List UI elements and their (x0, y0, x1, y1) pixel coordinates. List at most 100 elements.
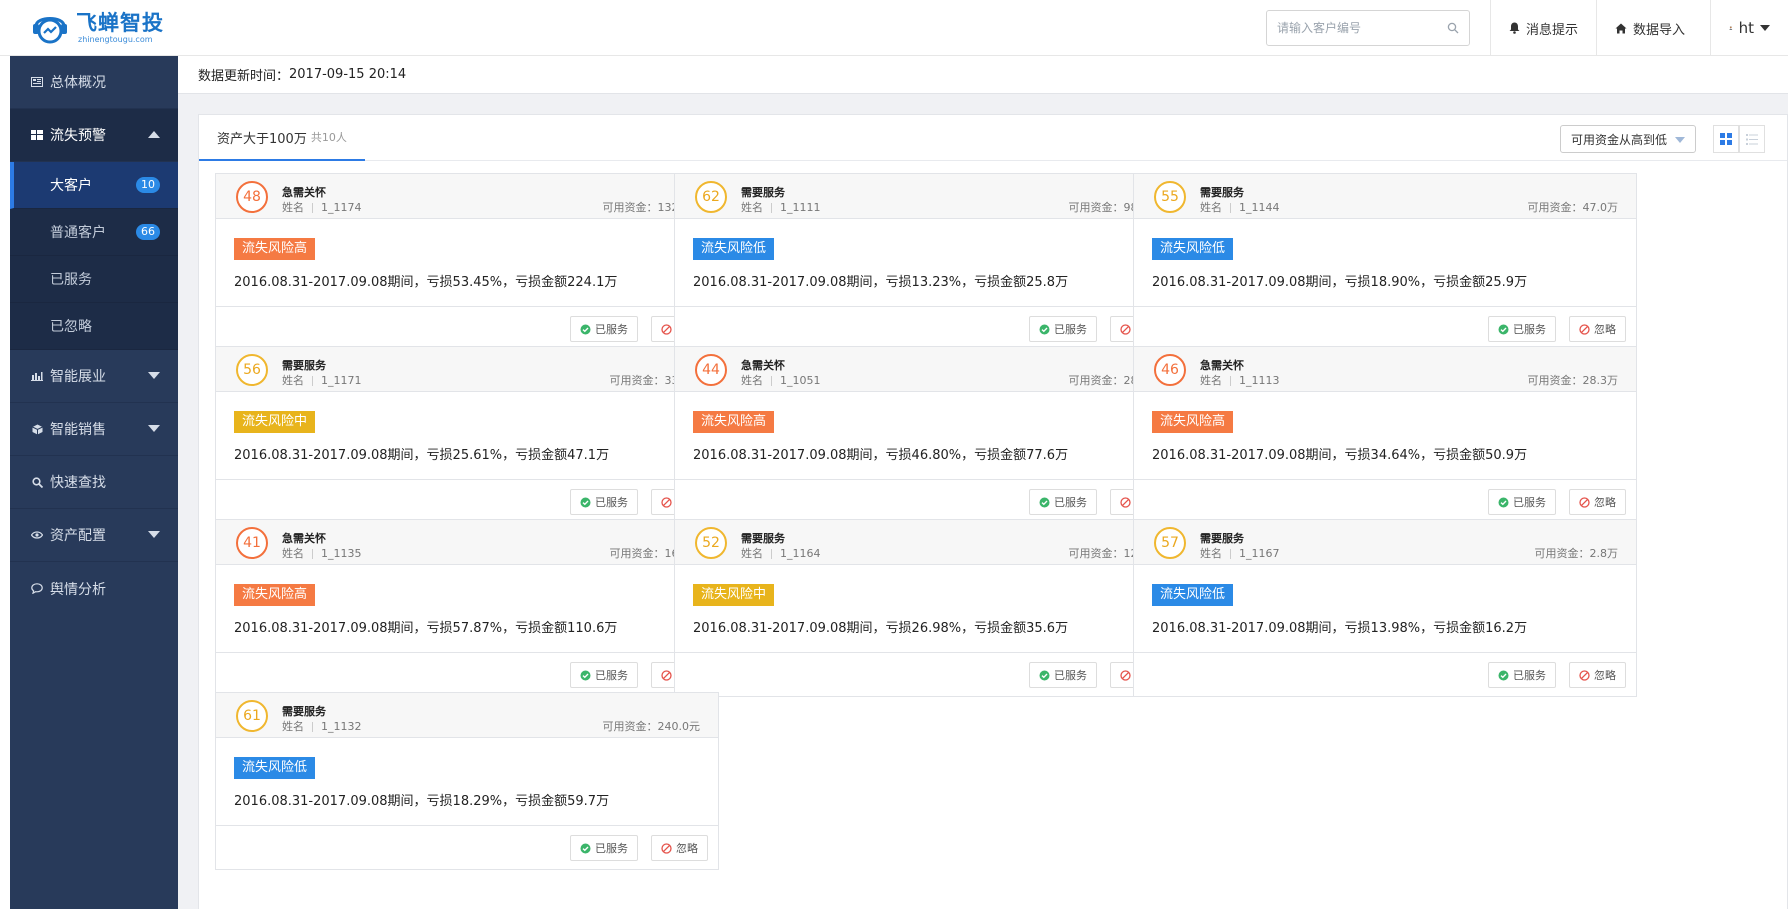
card-footer: 已服务 忽略 (675, 480, 1177, 523)
funds-label: 可用资金： (1068, 547, 1124, 560)
sidebar-item-asset-config[interactable]: 资产配置 (10, 509, 178, 562)
customer-name: 姓名 1_1164 (741, 545, 821, 561)
list-view-button[interactable] (1739, 125, 1765, 153)
served-label: 已服务 (1054, 323, 1087, 336)
customer-panel: 资产大于100万 共10人 可用资金从高到低 48 急需关怀 姓名 1_1174 … (198, 114, 1788, 909)
divider (1230, 203, 1231, 213)
sort-select[interactable]: 可用资金从高到低 (1560, 125, 1696, 153)
customer-card: 46 急需关怀 姓名 1_1113 可用资金：28.3万 流失风险高 2016.0… (1133, 346, 1637, 524)
ignore-button[interactable]: 忽略 (651, 835, 708, 861)
customer-status: 需要服务 (741, 186, 785, 199)
customer-search-input[interactable] (1277, 21, 1447, 35)
user-menu[interactable]: ht (1710, 0, 1788, 56)
messages-label: 消息提示 (1526, 22, 1579, 38)
available-funds: 可用资金：28.3万 (1528, 372, 1619, 388)
churn-score: 52 (695, 527, 727, 559)
mark-served-button[interactable]: 已服务 (1029, 316, 1097, 342)
sidebar-item-ignored[interactable]: 已忽略 (10, 303, 178, 350)
customer-card: 48 急需关怀 姓名1_1174 可用资金：132.7万 流失风险高 2016.… (215, 173, 719, 351)
served-label: 已服务 (595, 323, 628, 336)
bar-chart-icon (30, 371, 44, 381)
name-label: 姓名 (1200, 374, 1222, 387)
chevron-down-icon (148, 425, 160, 432)
mark-served-button[interactable]: 已服务 (570, 316, 638, 342)
mark-served-button[interactable]: 已服务 (1488, 662, 1556, 688)
sidebar-item-label: 智能展业 (50, 369, 106, 385)
ignore-label: 忽略 (1594, 669, 1616, 682)
search-icon (30, 476, 44, 488)
mark-served-button[interactable]: 已服务 (1488, 489, 1556, 515)
block-icon (1120, 323, 1131, 335)
card-header: 41 急需关怀 姓名1_1135 可用资金：16.1万 (216, 520, 718, 565)
churn-score: 55 (1154, 181, 1186, 213)
chevron-down-icon (1675, 137, 1685, 143)
available-funds: 可用资金：240.0元 (603, 718, 701, 734)
mark-served-button[interactable]: 已服务 (570, 662, 638, 688)
card-body: 流失风险中 2016.08.31-2017.09.08期间，亏损26.98%，亏… (675, 565, 1177, 653)
customer-status: 需要服务 (282, 705, 326, 718)
check-circle-icon (1039, 324, 1050, 335)
user-name: ht (1738, 19, 1754, 37)
customer-status: 需要服务 (1200, 532, 1244, 545)
risk-tag: 流失风险高 (693, 411, 775, 433)
chevron-down-icon (148, 531, 160, 538)
card-header: 46 急需关怀 姓名 1_1113 可用资金：28.3万 (1134, 347, 1636, 392)
card-header: 55 需要服务 姓名 1_1144 可用资金：47.0万 (1134, 174, 1636, 219)
sidebar-item-intel-industry[interactable]: 智能展业 (10, 350, 178, 403)
grid-view-button[interactable] (1713, 125, 1739, 153)
sidebar-item-churn-warning[interactable]: 流失预警 (10, 109, 178, 162)
customer-id: 1_1132 (321, 720, 362, 733)
loss-description: 2016.08.31-2017.09.08期间，亏损34.64%，亏损金额50.… (1152, 448, 1528, 463)
customer-name: 姓名 1_1174 (282, 199, 362, 215)
card-body: 流失风险高 2016.08.31-2017.09.08期间，亏损46.80%，亏… (675, 392, 1177, 480)
mark-served-button[interactable]: 已服务 (570, 835, 638, 861)
customer-status: 急需关怀 (282, 532, 326, 545)
ignore-button[interactable]: 忽略 (1569, 489, 1626, 515)
data-import-button[interactable]: 数据导入 (1596, 0, 1710, 56)
search-icon[interactable] (1447, 22, 1459, 34)
card-header: 44 急需关怀 姓名1_1051 可用资金：28.7万 (675, 347, 1177, 392)
card-body: 流失风险高 2016.08.31-2017.09.08期间，亏损57.87%，亏… (216, 565, 718, 653)
customer-id: 1_1167 (1239, 547, 1280, 560)
sidebar-item-overview[interactable]: 总体概况 (10, 56, 178, 109)
brand-logo[interactable]: 飞蝉智投 zhinengtougu.com (30, 8, 164, 48)
chevron-down-icon (148, 372, 160, 379)
customer-id: 1_1171 (321, 374, 362, 387)
served-label: 已服务 (1513, 323, 1546, 336)
sidebar-item-quick-search[interactable]: 快速查找 (10, 456, 178, 509)
dashboard-icon (30, 77, 44, 87)
risk-tag: 流失风险低 (693, 238, 775, 260)
sidebar-item-normal-customers[interactable]: 普通客户 66 (10, 209, 178, 256)
customer-status: 急需关怀 (741, 359, 785, 372)
customer-name: 姓名 1_1113 (1200, 372, 1280, 388)
risk-tag: 流失风险高 (234, 584, 316, 606)
mark-served-button[interactable]: 已服务 (1488, 316, 1556, 342)
sidebar-item-intel-sales[interactable]: 智能销售 (10, 403, 178, 456)
sidebar-item-label: 普通客户 (50, 225, 106, 241)
mark-served-button[interactable]: 已服务 (1029, 489, 1097, 515)
mark-served-button[interactable]: 已服务 (570, 489, 638, 515)
customer-name: 姓名 1_1111 (741, 199, 821, 215)
customer-status: 需要服务 (282, 359, 326, 372)
data-import-label: 数据导入 (1633, 22, 1686, 38)
loss-description: 2016.08.31-2017.09.08期间，亏损57.87%，亏损金额110… (234, 621, 618, 636)
name-label: 姓名 (282, 374, 304, 387)
risk-tag: 流失风险中 (234, 411, 316, 433)
sidebar-item-label: 智能销售 (50, 422, 106, 438)
sidebar-item-label: 已服务 (50, 272, 92, 288)
check-circle-icon (580, 497, 591, 508)
customer-status: 需要服务 (741, 532, 785, 545)
loss-description: 2016.08.31-2017.09.08期间，亏损53.45%，亏损金额224… (234, 275, 618, 290)
messages-button[interactable]: 消息提示 (1490, 0, 1596, 56)
tab-assets-over-1m[interactable]: 资产大于100万 共10人 (199, 115, 365, 161)
ignore-button[interactable]: 忽略 (1569, 662, 1626, 688)
block-icon (1579, 669, 1590, 681)
brand-domain: zhinengtougu.com (78, 35, 153, 44)
sidebar-item-sentiment[interactable]: 舆情分析 (10, 562, 178, 615)
mark-served-button[interactable]: 已服务 (1029, 662, 1097, 688)
avatar (1729, 26, 1733, 30)
card-footer: 已服务 忽略 (216, 307, 718, 350)
sidebar-item-served[interactable]: 已服务 (10, 256, 178, 303)
sidebar-item-vip-customers[interactable]: 大客户 10 (10, 162, 178, 209)
ignore-button[interactable]: 忽略 (1569, 316, 1626, 342)
